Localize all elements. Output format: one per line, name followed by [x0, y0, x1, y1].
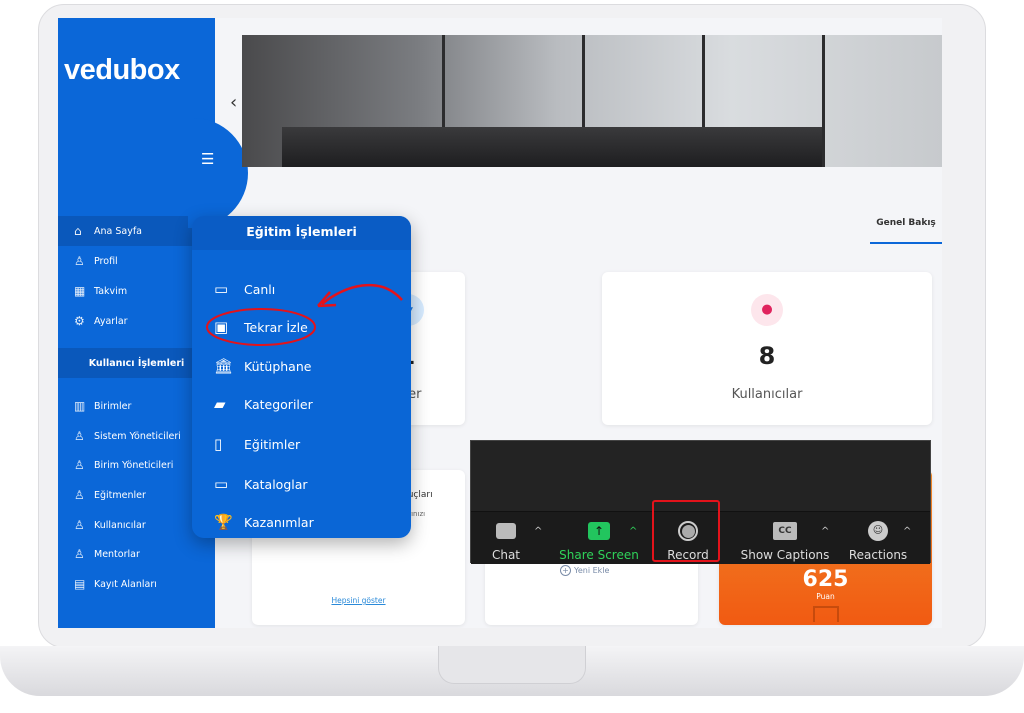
show-captions-label: Show Captions	[740, 548, 830, 562]
show-captions-button[interactable]: CC Show Captions	[739, 520, 831, 562]
chat-icon	[496, 523, 516, 539]
reactions-options-caret-icon[interactable]: ^	[903, 526, 911, 537]
reactions-label: Reactions	[848, 548, 908, 562]
reactions-button[interactable]: ☺ Reactions	[847, 520, 909, 562]
reactions-icon: ☺	[868, 521, 888, 541]
share-screen-button[interactable]: ↑ Share Screen	[559, 520, 639, 562]
captions-options-caret-icon[interactable]: ^	[821, 526, 829, 537]
share-options-caret-icon[interactable]: ^	[629, 526, 637, 537]
record-highlight-box	[652, 500, 720, 562]
share-screen-label: Share Screen	[559, 548, 639, 562]
chat-options-caret-icon[interactable]: ^	[534, 526, 542, 537]
chat-label: Chat	[491, 548, 521, 562]
annotation-layer	[206, 283, 806, 514]
curved-arrow	[321, 283, 403, 305]
share-screen-icon: ↑	[588, 522, 610, 540]
highlight-circle	[206, 308, 316, 346]
chat-button[interactable]: Chat	[489, 520, 523, 562]
captions-icon: CC	[773, 522, 797, 540]
